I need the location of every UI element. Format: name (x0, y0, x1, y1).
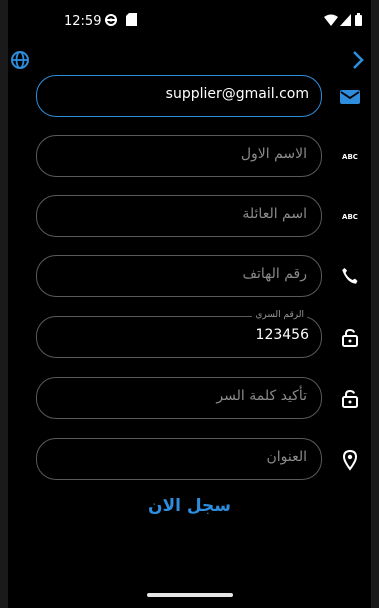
abc-icon: ABC (342, 153, 358, 161)
location-icon (342, 449, 358, 471)
confirm-password-placeholder: تأكيد كلمة السر (216, 388, 307, 404)
address-field[interactable]: العنوان (36, 438, 322, 480)
globe-icon[interactable] (10, 50, 30, 70)
password-field[interactable]: الرقم السري 123456 (36, 310, 322, 358)
email-value: supplier@gmail.com (165, 86, 309, 102)
password-label: الرقم السري (252, 310, 307, 320)
battery-icon (355, 13, 362, 26)
abc-icon: ABC (342, 213, 358, 221)
confirm-password-field[interactable]: تأكيد كلمة السر (36, 377, 322, 419)
app-screen: 12:59 supplier@gmail.com الاسم الاول ABC… (8, 0, 371, 608)
register-now-button[interactable]: سجل الان (8, 496, 371, 516)
first-name-placeholder: الاسم الاول (240, 146, 307, 162)
address-placeholder: العنوان (266, 449, 307, 465)
sd-card-icon (126, 13, 137, 26)
email-icon (340, 90, 360, 104)
phone-icon (342, 268, 358, 284)
last-name-placeholder: اسم العائلة (242, 206, 307, 222)
last-name-field[interactable]: اسم العائلة (36, 195, 322, 237)
phone-field[interactable]: رقم الهاتف (36, 255, 322, 297)
lock-icon (342, 389, 358, 408)
settings-icon (105, 14, 117, 26)
password-value: 123456 (255, 327, 309, 343)
chevron-right-icon[interactable] (347, 49, 369, 71)
status-bar: 12:59 (8, 0, 371, 42)
svg-text:ABC: ABC (342, 213, 358, 221)
wifi-icon (324, 14, 338, 26)
svg-text:ABC: ABC (342, 153, 358, 161)
status-time: 12:59 (64, 14, 102, 29)
first-name-field[interactable]: الاسم الاول (36, 135, 322, 177)
phone-placeholder: رقم الهاتف (242, 266, 307, 282)
signal-icon (340, 14, 351, 26)
lock-icon (342, 328, 358, 347)
home-indicator[interactable] (147, 593, 233, 597)
email-field[interactable]: supplier@gmail.com (36, 75, 322, 117)
top-bar (8, 45, 371, 75)
